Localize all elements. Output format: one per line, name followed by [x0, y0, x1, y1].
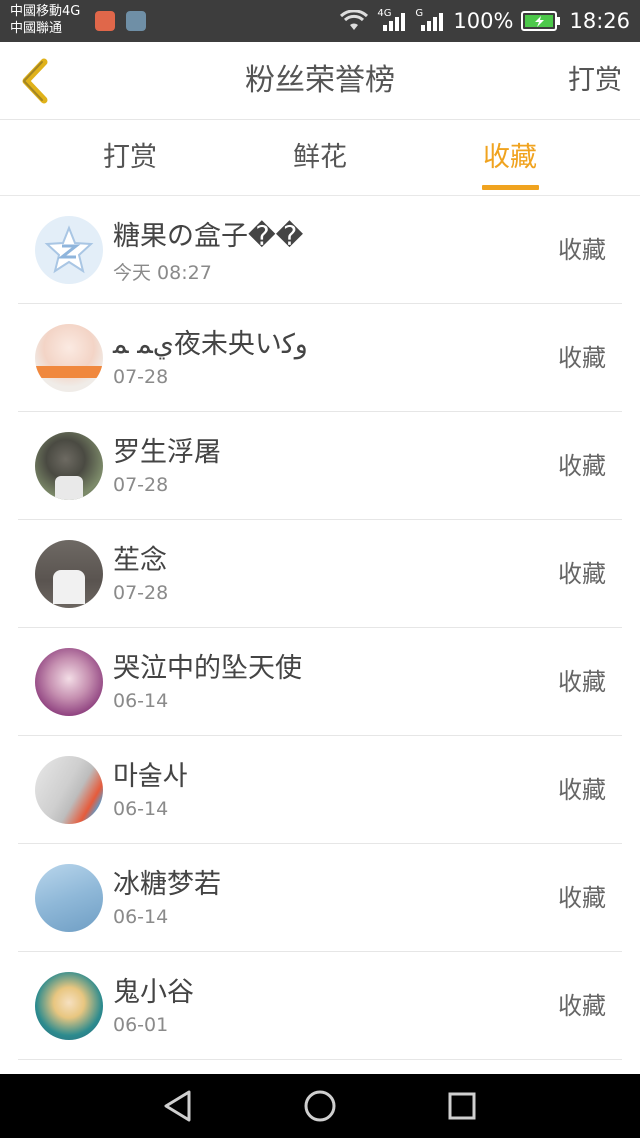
list-item[interactable]: 마술사 06-14 收藏	[18, 736, 622, 844]
fan-date: 今天 08:27	[113, 262, 212, 284]
fan-date: 06-14	[113, 798, 169, 820]
avatar	[35, 864, 103, 932]
fan-name: 苼念	[113, 545, 167, 576]
network-type-2: G	[415, 8, 424, 19]
fan-action: 收藏	[558, 236, 606, 264]
fan-name: 마술사	[113, 761, 188, 792]
back-button[interactable]	[12, 56, 56, 106]
chevron-left-icon	[22, 58, 48, 104]
fan-name: 冰糖梦若	[113, 869, 221, 900]
page-title: 粉丝荣誉榜	[245, 63, 395, 98]
square-recent-icon	[448, 1092, 476, 1120]
fan-action: 收藏	[558, 344, 606, 372]
nav-home-button[interactable]	[302, 1088, 338, 1124]
qzone-star-icon	[44, 225, 94, 274]
notification-gallery-icon	[126, 11, 146, 31]
fan-date: 07-28	[113, 474, 169, 496]
avatar	[35, 648, 103, 716]
signal-4g: 4G	[377, 8, 407, 32]
fan-date: 06-01	[113, 1014, 169, 1036]
app-header: 粉丝荣誉榜 打赏	[0, 42, 640, 120]
fan-action: 收藏	[558, 560, 606, 588]
tab-flowers[interactable]: 鲜花	[260, 120, 380, 196]
avatar	[35, 972, 103, 1040]
nav-back-button[interactable]	[160, 1088, 196, 1124]
avatar	[35, 216, 103, 284]
battery-percent: 100%	[453, 9, 514, 33]
carrier-line-2: 中國聯通	[10, 21, 63, 36]
circle-home-icon	[304, 1090, 336, 1122]
fan-action: 收藏	[558, 776, 606, 804]
system-nav-bar	[0, 1074, 640, 1138]
clock: 18:26	[569, 9, 630, 33]
fan-date: 06-14	[113, 690, 169, 712]
fan-name: يﻤ ﻤ夜未央いوﮐ	[113, 329, 308, 360]
fan-name: 罗生浮屠	[113, 437, 221, 468]
fan-name: 鬼小谷	[113, 977, 194, 1008]
fan-name: 糖果の盒子��	[113, 221, 304, 252]
tab-bar: 打赏 鲜花 收藏	[0, 120, 640, 196]
fan-date: 07-28	[113, 366, 169, 388]
carrier-info: 中國移動4G 中國聯通	[10, 3, 80, 37]
avatar	[35, 432, 103, 500]
battery-icon	[521, 11, 561, 31]
signal-g: G	[415, 8, 445, 32]
network-type-1: 4G	[377, 8, 392, 19]
list-item[interactable]: يﻤ ﻤ夜未央いوﮐ 07-28 收藏	[18, 304, 622, 412]
list-item[interactable]: 苼念 07-28 收藏	[18, 520, 622, 628]
fan-action: 收藏	[558, 884, 606, 912]
fan-action: 收藏	[558, 452, 606, 480]
list-item[interactable]: 冰糖梦若 06-14 收藏	[18, 844, 622, 952]
list-item[interactable]: 哭泣中的坠天使 06-14 收藏	[18, 628, 622, 736]
carrier-line-1: 中國移動4G	[10, 4, 81, 19]
fan-name: 哭泣中的坠天使	[113, 653, 302, 684]
fan-action: 收藏	[558, 668, 606, 696]
list-item[interactable]: 鬼小谷 06-01 收藏	[18, 952, 622, 1060]
list-item[interactable]: 罗生浮屠 07-28 收藏	[18, 412, 622, 520]
reward-button[interactable]: 打赏	[568, 42, 622, 120]
nav-recent-button[interactable]	[444, 1088, 480, 1124]
fan-date: 07-28	[113, 582, 169, 604]
avatar	[35, 540, 103, 608]
active-tab-indicator	[482, 185, 539, 190]
fan-action: 收藏	[558, 992, 606, 1020]
notification-app-icon	[95, 11, 115, 31]
fan-date: 06-14	[113, 906, 169, 928]
status-indicators: 4G G 100% 18:26	[339, 0, 630, 42]
avatar	[35, 324, 103, 392]
wifi-icon	[340, 10, 369, 30]
list-item[interactable]: 糖果の盒子�� 今天 08:27 收藏	[18, 196, 622, 304]
status-bar: 中國移動4G 中國聯通 4G G 100% 18:26	[0, 0, 640, 42]
tab-reward[interactable]: 打赏	[70, 120, 190, 196]
triangle-back-icon	[164, 1090, 191, 1122]
avatar	[35, 756, 103, 824]
